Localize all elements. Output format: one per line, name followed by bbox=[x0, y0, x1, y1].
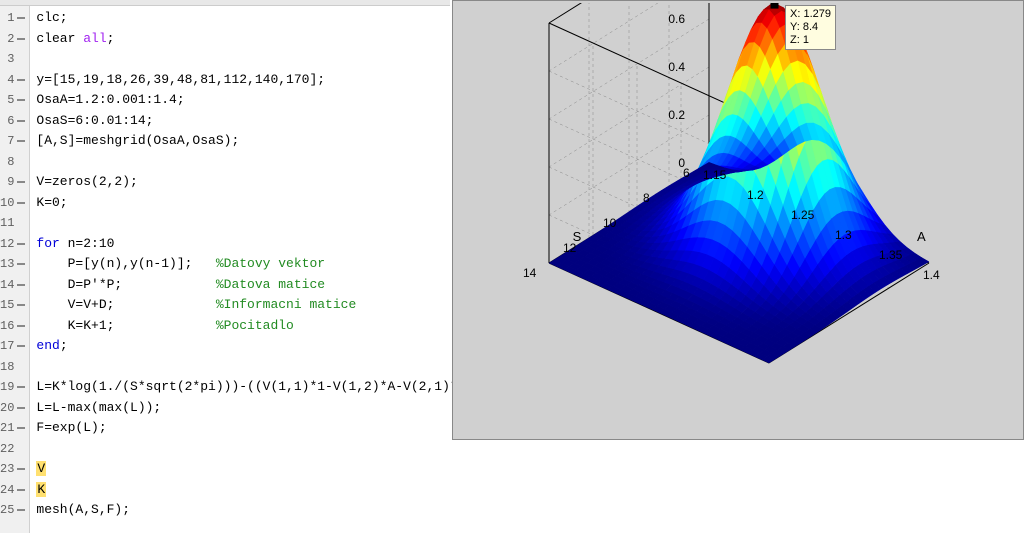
svg-text:0.2: 0.2 bbox=[668, 108, 685, 122]
svg-text:0.4: 0.4 bbox=[668, 60, 685, 74]
datatip-z: Z: 1 bbox=[790, 34, 831, 47]
data-tip[interactable]: X: 1.279 Y: 8.4 Z: 1 bbox=[785, 5, 836, 50]
line-gutter: 1234567891011121314151617181920212223242… bbox=[0, 6, 30, 533]
code-editor[interactable]: 1234567891011121314151617181920212223242… bbox=[0, 0, 450, 533]
datatip-y: Y: 8.4 bbox=[790, 21, 831, 34]
code-line[interactable]: mesh(A,S,F); bbox=[36, 500, 660, 521]
svg-text:1.35: 1.35 bbox=[879, 248, 903, 262]
svg-text:8: 8 bbox=[643, 191, 650, 205]
svg-text:S: S bbox=[573, 229, 582, 244]
svg-text:1.25: 1.25 bbox=[791, 208, 815, 222]
svg-text:1.3: 1.3 bbox=[835, 228, 852, 242]
svg-text:1.4: 1.4 bbox=[923, 268, 940, 282]
code-line[interactable]: K bbox=[36, 480, 660, 501]
svg-text:0.6: 0.6 bbox=[668, 12, 685, 26]
svg-text:1.2: 1.2 bbox=[747, 188, 764, 202]
svg-text:A: A bbox=[917, 229, 926, 244]
svg-text:14: 14 bbox=[523, 266, 537, 280]
code-line[interactable] bbox=[36, 439, 660, 460]
surface-plot[interactable]: 00.20.40.60.811.151.21.251.31.351.468101… bbox=[459, 3, 1019, 435]
svg-text:1.15: 1.15 bbox=[703, 168, 727, 182]
figure-window[interactable]: X: 1.279 Y: 8.4 Z: 1 00.20.40.60.811.151… bbox=[452, 0, 1024, 440]
svg-text:10: 10 bbox=[603, 216, 617, 230]
svg-text:6: 6 bbox=[683, 166, 690, 180]
code-line[interactable]: V bbox=[36, 459, 660, 480]
datatip-x: X: 1.279 bbox=[790, 8, 831, 21]
